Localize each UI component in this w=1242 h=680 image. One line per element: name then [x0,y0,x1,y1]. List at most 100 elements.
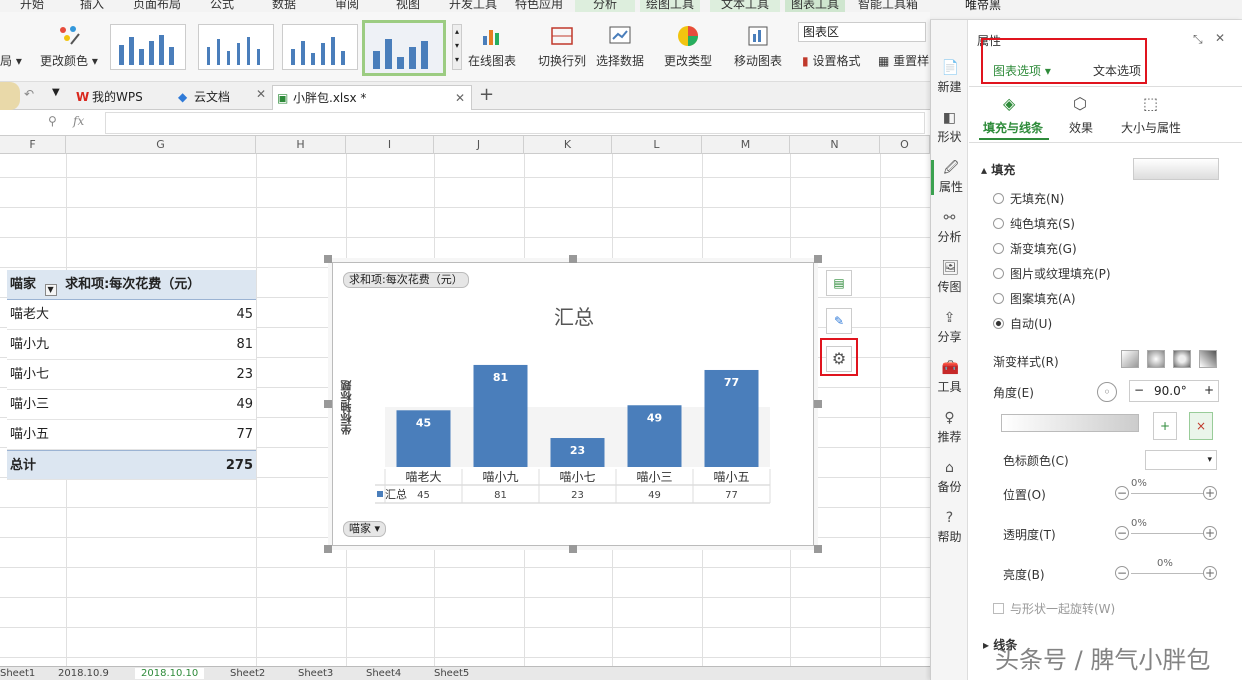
tab-cloud-docs[interactable]: ◆ 云文档 [174,85,230,110]
tab-file[interactable]: ▣ 小胖包.xlsx * ✕ [272,85,472,110]
undo-icon[interactable]: ↶ [24,87,34,101]
nav-share[interactable]: ⇪ 分享 [931,310,968,345]
brightness-slider[interactable] [1131,573,1203,574]
gradient-path[interactable] [1199,350,1217,368]
tab-my-wps[interactable]: W 我的WPS [72,85,143,110]
change-type-button[interactable]: 更改类型 [664,24,712,69]
move-chart-button[interactable]: 移动图表 [734,24,782,69]
sheet-tab-active[interactable]: 2018.10.10 [135,668,205,679]
new-tab-icon[interactable]: + [479,84,494,105]
angle-dial-icon[interactable]: ◦ [1097,382,1117,402]
chart-style-3[interactable] [282,24,358,70]
position-plus-icon[interactable]: + [1203,486,1217,500]
filter-dropdown-icon[interactable]: ▼ [44,284,57,296]
tab-developer[interactable]: 开发工具 [449,0,497,12]
gradient-rect[interactable] [1173,350,1191,368]
fill-option[interactable]: 图案填充(A) [993,290,1076,307]
axis-field-button[interactable]: 喵家 ▾ [343,521,387,537]
pivot-row[interactable]: 喵小七 23 [7,360,256,390]
tab-view[interactable]: 视图 [396,0,420,12]
fill-section-header[interactable]: ▴ 填充 [981,161,1015,178]
col-n[interactable]: N [790,136,880,154]
col-j[interactable]: J [434,136,524,154]
nav-analysis[interactable]: ⚯ 分析 [931,210,968,245]
col-k[interactable]: K [524,136,612,154]
transparency-plus-icon[interactable]: + [1203,526,1217,540]
chart-element-select[interactable]: 图表区 [798,22,926,42]
pivot-row[interactable]: 喵小三 49 [7,390,256,420]
tab-chart-tools[interactable]: 图表工具 [785,0,845,12]
nav-properties[interactable]: 🖉 属性 [931,160,968,195]
fx-icon[interactable]: fx [73,114,84,128]
pivot-row[interactable]: 喵小九 81 [7,330,256,360]
nav-tools[interactable]: 🧰 工具 [931,360,968,395]
tab-home[interactable]: 开始 [20,0,44,12]
rotate-with-shape[interactable]: 与形状一起旋转(W) [993,600,1115,617]
sheet-tab[interactable]: Sheet4 [366,668,401,679]
tab-smart-tools[interactable]: 智能工具箱 [858,0,918,12]
style-scroll[interactable]: ▴ ▾ ▾ [452,24,462,70]
font-name[interactable]: 唯帝黑 [965,0,1001,13]
close-tab-icon[interactable]: ✕ [256,87,266,101]
dropdown-icon[interactable]: ▼ [52,87,60,98]
nav-help[interactable]: ? 帮助 [931,510,968,545]
nav-new[interactable]: 📄 新建 [931,60,968,95]
col-h[interactable]: H [256,136,346,154]
tab-analysis[interactable]: 分析 [575,0,635,12]
nav-shape[interactable]: ◧ 形状 [931,110,968,145]
fill-option[interactable]: 渐变填充(G) [993,240,1077,257]
zoom-search-icon[interactable]: ⚲ [48,114,57,128]
set-format-button[interactable]: ▮ 设置格式 [802,52,860,69]
gradient-linear[interactable] [1121,350,1139,368]
brightness-minus-icon[interactable]: − [1115,566,1129,580]
chart-style-2[interactable] [198,24,274,70]
pin-icon[interactable]: ⤡ [1193,32,1203,47]
online-chart-button[interactable]: 在线图表 [468,24,516,69]
col-o[interactable]: O [880,136,930,154]
reset-style-button[interactable]: ▦ 重置样 [878,52,929,69]
minus-icon[interactable]: − [1134,383,1144,397]
transparency-slider[interactable] [1131,533,1203,534]
tab-review[interactable]: 审阅 [335,0,359,12]
formula-input[interactable] [105,112,925,134]
change-color-button[interactable]: 更改颜色 ▾ [40,24,98,69]
plus-icon[interactable]: + [1204,383,1214,397]
nav-recommend[interactable]: ♀ 推荐 [931,410,968,445]
tab-page-layout[interactable]: 页面布局 [133,0,181,12]
tab-text-tools[interactable]: 文本工具 [710,0,780,12]
sheet-tab[interactable]: Sheet3 [298,668,333,679]
sheet-tab[interactable]: Sheet5 [434,668,469,679]
close-icon[interactable]: ✕ [1215,31,1225,45]
chart-elements-button[interactable]: ▤ [826,270,852,296]
nav-upload[interactable]: 🖼 传图 [931,260,968,295]
fill-option[interactable]: 无填充(N) [993,190,1064,207]
angle-stepper[interactable]: − 90.0° + [1129,380,1219,402]
layout-button[interactable]: 局 ▾ [0,52,22,69]
sheet-tab[interactable]: Sheet2 [230,668,265,679]
fill-option[interactable]: 纯色填充(S) [993,215,1075,232]
pivot-chart[interactable]: 求和项:每次花费（元） 汇总 坐标轴标题 45 喵老大 45 81 喵小九 81 23 喵小七… [332,262,814,546]
select-data-button[interactable]: 选择数据 [596,24,644,69]
chart-style-4-selected[interactable] [362,20,446,76]
tab-special[interactable]: 特色应用 [515,0,563,12]
tab-data[interactable]: 数据 [272,0,296,12]
gradient-radial[interactable] [1147,350,1165,368]
angle-value[interactable]: 90.0° [1154,384,1187,398]
col-f[interactable]: F [0,136,66,154]
transparency-minus-icon[interactable]: − [1115,526,1129,540]
col-l[interactable]: L [612,136,702,154]
stop-color-select[interactable]: ▾ [1145,450,1217,470]
nav-backup[interactable]: ⌂ 备份 [931,460,968,495]
tab-formula[interactable]: 公式 [210,0,234,12]
pivot-total-row[interactable]: 总计 275 [7,450,256,480]
fill-preview[interactable] [1133,158,1219,180]
remove-stop-icon[interactable]: × [1189,412,1213,440]
position-slider[interactable] [1131,493,1203,494]
fill-option[interactable]: 自动(U) [993,315,1052,332]
tab-insert[interactable]: 插入 [80,0,104,12]
sheet-tab[interactable]: 2018.10.9 [58,668,109,679]
subtab-effect[interactable]: 效果 [1069,119,1093,136]
switch-rowcol-button[interactable]: 切换行列 [538,24,586,69]
col-m[interactable]: M [702,136,790,154]
subtab-size[interactable]: 大小与属性 [1121,119,1181,136]
